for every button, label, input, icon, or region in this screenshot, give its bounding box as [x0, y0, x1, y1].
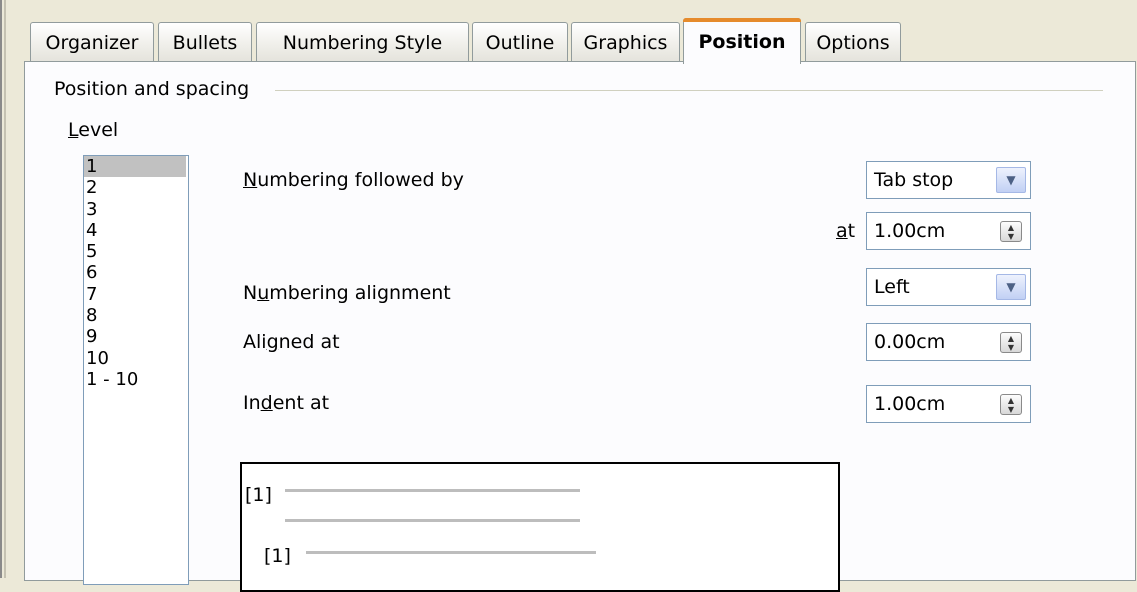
- preview-line: [285, 489, 580, 492]
- tab-outline[interactable]: Outline: [472, 22, 568, 62]
- aligned-at-spinfield[interactable]: 0.00cm ▲ ▼: [866, 323, 1031, 361]
- tab-graphics[interactable]: Graphics: [571, 22, 680, 62]
- tab-options[interactable]: Options: [805, 22, 901, 62]
- level-item[interactable]: 4: [84, 220, 188, 241]
- section-divider: [275, 90, 1103, 91]
- numbering-followed-by-select[interactable]: Tab stop ▼: [866, 161, 1031, 199]
- level-item[interactable]: 1 - 10: [84, 369, 188, 390]
- tab-position[interactable]: Position: [683, 18, 801, 64]
- level-item[interactable]: 5: [84, 241, 188, 262]
- indent-at-spinfield[interactable]: 1.00cm ▲ ▼: [866, 385, 1031, 423]
- numbering-preview: [1] [1]: [240, 462, 840, 592]
- chevron-down-icon[interactable]: ▼: [996, 274, 1026, 300]
- level-item[interactable]: 7: [84, 284, 188, 305]
- tab-bullets[interactable]: Bullets: [158, 22, 252, 62]
- numbering-followed-by-label: Numbering followed by: [243, 169, 464, 191]
- aligned-at-label: Aligned at: [243, 331, 340, 353]
- level-item[interactable]: 8: [84, 305, 188, 326]
- preview-number: [1]: [264, 545, 291, 567]
- level-label: Level: [68, 119, 119, 141]
- preview-line: [285, 519, 580, 522]
- chevron-down-icon[interactable]: ▼: [996, 167, 1026, 193]
- numbering-alignment-label: Numbering alignment: [243, 282, 451, 304]
- level-item[interactable]: 3: [84, 199, 188, 220]
- window-border-inner: [4, 0, 6, 578]
- tab-numbering-style[interactable]: Numbering Style: [256, 22, 469, 62]
- level-item[interactable]: 2: [84, 177, 188, 198]
- preview-number: [1]: [245, 484, 272, 506]
- numbering-alignment-select[interactable]: Left ▼: [866, 268, 1031, 306]
- level-listbox[interactable]: 1 2 3 4 5 6 7 8 9 10 1 - 10: [83, 155, 189, 585]
- level-item[interactable]: 6: [84, 262, 188, 283]
- at-label: at: [836, 220, 856, 242]
- at-spinfield[interactable]: 1.00cm ▲ ▼: [866, 212, 1031, 250]
- spin-arrows-icon[interactable]: ▲ ▼: [1000, 332, 1022, 353]
- indent-at-label: Indent at: [243, 392, 330, 414]
- preview-line: [306, 551, 596, 554]
- window-border: [0, 0, 2, 578]
- tab-organizer[interactable]: Organizer: [30, 22, 154, 62]
- section-title: Position and spacing: [54, 78, 250, 100]
- level-item[interactable]: 9: [84, 326, 188, 347]
- level-item[interactable]: 10: [84, 348, 188, 369]
- level-item[interactable]: 1: [84, 156, 186, 178]
- spin-arrows-icon[interactable]: ▲ ▼: [1000, 221, 1022, 242]
- spin-arrows-icon[interactable]: ▲ ▼: [1000, 394, 1022, 415]
